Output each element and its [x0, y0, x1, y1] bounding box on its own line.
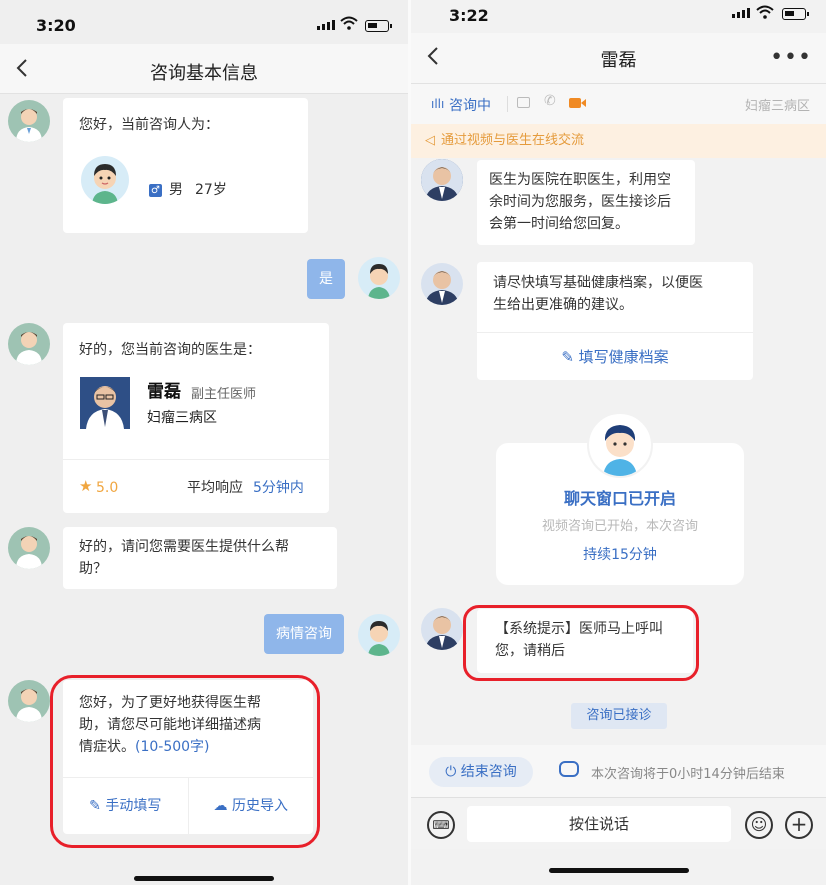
- user-reply-bubble: 病情咨询: [264, 614, 344, 654]
- doctor-avatar: [8, 680, 50, 722]
- rating-value: 5.0: [96, 480, 119, 496]
- health-record-bubble: 请尽快填写基础健康档案，以便医 生给出更准确的建议。 ✎ 填写健康档案: [477, 262, 753, 380]
- message-line: 好的，请问您需要医生提供什么帮: [79, 539, 289, 555]
- video-icon-lens: [581, 99, 586, 107]
- wifi-icon: [340, 16, 358, 30]
- status-time: 3:22: [449, 6, 489, 25]
- image-icon[interactable]: [517, 97, 530, 108]
- doctor-info-bubble: 好的，您当前咨询的医生是： 雷磊 副主任医师 妇瘤三病区 ★ 5.0 平均响应 …: [63, 323, 329, 513]
- message-line: 生给出更准确的建议。: [493, 297, 633, 313]
- age-label: 27岁: [195, 182, 227, 198]
- robot-icon: [559, 761, 579, 777]
- message-line: 请尽快填写基础健康档案，以便医: [493, 275, 703, 291]
- tab-divider: [507, 96, 508, 112]
- doctor-stats-row: ★ 5.0 平均响应 5分钟内: [63, 459, 329, 513]
- power-icon: ⏻: [445, 764, 461, 780]
- doctor-name: 雷磊: [147, 382, 181, 402]
- doctor-avatar: [421, 263, 463, 305]
- pencil-icon: ✎: [561, 348, 579, 366]
- wifi-icon: [756, 5, 774, 19]
- home-indicator: [548, 868, 689, 873]
- end-consult-bar: ⏻ 结束咨询 本次咨询将于0小时14分钟后结束: [411, 745, 826, 797]
- hold-to-talk-button[interactable]: 按住说话: [467, 806, 731, 842]
- speaker-icon: ◁: [425, 133, 435, 148]
- battery-icon: [365, 20, 392, 32]
- doctor-avatar: [8, 100, 50, 142]
- end-consult-button[interactable]: ⏻ 结束咨询: [429, 757, 533, 787]
- notice-text: 通过视频与医生在线交流: [441, 133, 585, 148]
- user-avatar: [358, 257, 400, 299]
- message-bubble: 医生为医院在职医生，利用空 余时间为您服务，医生接诊后 会第一时间给您回复。: [477, 160, 695, 245]
- more-icon[interactable]: •••: [770, 45, 812, 70]
- emoji-icon[interactable]: ☺: [745, 811, 773, 839]
- accepted-badge: 咨询已接诊: [571, 703, 667, 729]
- signal-icon: [732, 8, 750, 18]
- signal-icon: [317, 20, 335, 30]
- user-reply-bubble: 是: [307, 259, 345, 299]
- status-time: 3:20: [36, 16, 76, 35]
- consult-status: 咨询中: [449, 98, 491, 114]
- phone-icon[interactable]: ✆: [544, 93, 556, 109]
- input-bar: ⌨ 按住说话 ☺ +: [411, 797, 826, 849]
- department-label: 妇瘤三病区: [744, 99, 810, 114]
- card-duration: 持续15分钟: [583, 547, 657, 563]
- button-label: 填写健康档案: [578, 348, 669, 366]
- message-line: 会第一时间给您回复。: [489, 216, 629, 232]
- screenshot-composite: 3:20 咨询基本信息 您好，当前咨询人为： ♂ 男 27岁 是 好的，您当前咨…: [0, 0, 826, 885]
- doctor-avatar: [421, 608, 463, 650]
- consultant-info-bubble: 您好，当前咨询人为： ♂ 男 27岁: [63, 98, 308, 233]
- nav-bar: 雷磊 •••: [411, 33, 826, 84]
- male-icon: ♂: [149, 184, 162, 197]
- doctor-department: 妇瘤三病区: [147, 410, 217, 426]
- doctor-avatar: [421, 159, 463, 201]
- consult-tabs: ıllı 咨询中 ✆ 妇瘤三病区: [411, 84, 826, 124]
- response-value: 5分钟内: [253, 480, 304, 496]
- button-label: 结束咨询: [460, 764, 517, 780]
- video-notice: ◁ 通过视频与医生在线交流: [411, 124, 826, 158]
- highlight-box: [50, 675, 320, 848]
- gender-label: 男: [169, 182, 183, 198]
- keyboard-icon[interactable]: ⌨: [427, 811, 455, 839]
- doctor-photo: [80, 377, 130, 429]
- message-line: 助？: [79, 561, 107, 577]
- fill-health-record-button[interactable]: ✎ 填写健康档案: [477, 332, 753, 380]
- end-info: 本次咨询将于0小时14分钟后结束: [591, 767, 785, 782]
- audio-wave-icon: ıllı: [431, 97, 445, 111]
- home-indicator: [134, 876, 274, 881]
- video-icon[interactable]: [569, 98, 581, 108]
- message-line: 余时间为您服务，医生接诊后: [489, 194, 671, 210]
- message-text: 您好，当前咨询人为：: [79, 117, 219, 133]
- right-screen: 3:22 雷磊 ••• ıllı 咨询中 ✆ 妇瘤三病区 ◁ 通过视频与医生在线…: [411, 0, 826, 885]
- doctor-title: 副主任医师: [191, 387, 257, 402]
- page-title: 咨询基本信息: [150, 63, 258, 84]
- plus-icon[interactable]: +: [785, 811, 813, 839]
- status-bar: 3:20: [0, 0, 408, 44]
- doctor-avatar: [8, 527, 50, 569]
- page-title: 雷磊: [600, 50, 637, 71]
- patient-avatar: [81, 156, 129, 204]
- star-icon: ★: [79, 477, 93, 495]
- doctor-avatar: [8, 323, 50, 365]
- response-label: 平均响应: [187, 480, 243, 496]
- nav-bar: 咨询基本信息: [0, 44, 408, 94]
- battery-icon: [782, 8, 809, 20]
- user-avatar: [587, 412, 653, 478]
- message-text: 好的，您当前咨询的医生是：: [79, 342, 261, 358]
- user-avatar: [358, 614, 400, 656]
- card-subtitle: 视频咨询已开始，本次咨询: [541, 519, 698, 534]
- message-line: 医生为医院在职医生，利用空: [489, 172, 671, 188]
- left-screen: 3:20 咨询基本信息 您好，当前咨询人为： ♂ 男 27岁 是 好的，您当前咨…: [0, 0, 408, 885]
- message-bubble: 好的，请问您需要医生提供什么帮 助？: [63, 527, 337, 589]
- highlight-box: [463, 605, 699, 681]
